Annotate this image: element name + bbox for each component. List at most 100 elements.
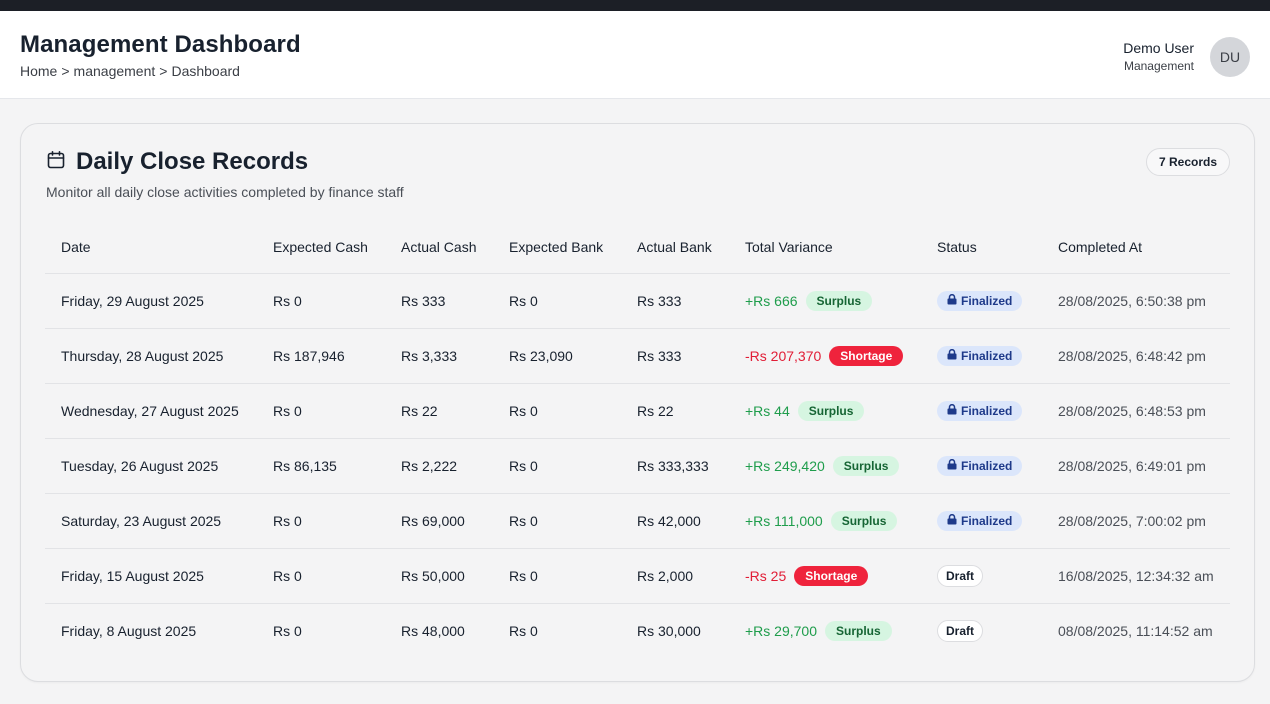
cell-completed-at: 28/08/2025, 7:00:02 pm — [1042, 493, 1230, 549]
cell-actual-bank: Rs 30,000 — [637, 622, 701, 639]
status-badge: Finalized — [937, 510, 1023, 531]
cell-date: Wednesday, 27 August 2025 — [45, 383, 257, 439]
table-row[interactable]: Tuesday, 26 August 2025 Rs 86,135 Rs 2,222… — [45, 438, 1230, 494]
variance-wrap: +Rs 666 Surplus — [745, 290, 873, 311]
variance-wrap: +Rs 111,000 Surplus — [745, 510, 898, 531]
variance-wrap: -Rs 25 Shortage — [745, 565, 869, 586]
breadcrumb-separator: > — [61, 63, 70, 79]
column-header-actual-bank[interactable]: Actual Bank — [621, 221, 729, 274]
user-name: Demo User — [1123, 40, 1194, 56]
cell-status: Finalized — [921, 273, 1042, 329]
cell-total-variance: -Rs 25 Shortage — [729, 548, 921, 604]
cell-expected-bank: Rs 0 — [493, 493, 621, 549]
variance-type-badge: Surplus — [825, 620, 892, 641]
daily-close-table: Date Expected Cash Actual Cash Expected … — [45, 221, 1230, 658]
cell-expected-cash: Rs 0 — [257, 548, 385, 604]
cell-expected-cash: Rs 86,135 — [257, 438, 385, 494]
cell-expected-bank: Rs 0 — [509, 622, 538, 639]
cell-expected-cash: Rs 0 — [273, 622, 302, 639]
cell-completed-at: 08/08/2025, 11:14:52 am — [1058, 622, 1213, 639]
cell-actual-bank: Rs 22 — [621, 383, 729, 439]
status-label: Finalized — [961, 458, 1013, 473]
cell-status: Draft — [921, 603, 1042, 658]
cell-total-variance: +Rs 111,000 Surplus — [729, 493, 921, 549]
status-badge: Draft — [937, 564, 984, 587]
column-header-status[interactable]: Status — [921, 221, 1042, 274]
breadcrumb-management[interactable]: management — [74, 63, 156, 79]
cell-completed-at: 28/08/2025, 6:49:01 pm — [1042, 438, 1230, 494]
cell-status: Finalized — [921, 493, 1042, 549]
user-menu[interactable]: Demo User Management DU — [1123, 37, 1250, 77]
status-label: Finalized — [961, 348, 1013, 363]
cell-expected-bank: Rs 0 — [493, 273, 621, 329]
column-header-actual-cash[interactable]: Actual Cash — [385, 221, 493, 274]
status-label: Finalized — [961, 513, 1013, 528]
cell-expected-cash: Rs 0 — [257, 273, 385, 329]
cell-completed-at: 28/08/2025, 6:50:38 pm — [1042, 273, 1230, 329]
lock-icon — [947, 293, 957, 308]
cell-status: Finalized — [921, 383, 1042, 439]
column-header-expected-bank[interactable]: Expected Bank — [493, 221, 621, 274]
variance-amount: +Rs 44 — [745, 402, 790, 419]
card-title: Daily Close Records — [76, 148, 309, 175]
column-header-date[interactable]: Date — [45, 221, 257, 274]
column-header-expected-cash[interactable]: Expected Cash — [257, 221, 385, 274]
breadcrumb-home[interactable]: Home — [20, 63, 57, 79]
cell-date: Friday, 8 August 2025 — [61, 622, 197, 639]
status-badge: Finalized — [937, 290, 1023, 311]
table-row[interactable]: Thursday, 28 August 2025 Rs 187,946 Rs 3,3… — [45, 328, 1230, 384]
cell-actual-cash: Rs 69,000 — [385, 493, 493, 549]
cell-expected-cash: Rs 0 — [257, 493, 385, 549]
cell-actual-cash: Rs 22 — [385, 383, 493, 439]
variance-amount: -Rs 25 — [745, 567, 787, 584]
avatar[interactable]: DU — [1210, 37, 1250, 77]
cell-date: Friday, 29 August 2025 — [45, 273, 257, 329]
header-left: Management Dashboard Home > management >… — [20, 31, 301, 79]
cell-status: Draft — [921, 548, 1042, 604]
cell-actual-cash: Rs 50,000 — [385, 548, 493, 604]
cell-completed-at: 16/08/2025, 12:34:32 am — [1042, 548, 1230, 604]
column-header-completed-at[interactable]: Completed At — [1042, 221, 1230, 274]
records-count-badge: 7 Records — [1145, 148, 1230, 176]
cell-actual-bank: Rs 42,000 — [621, 493, 729, 549]
breadcrumb: Home > management > Dashboard — [20, 63, 301, 79]
table-row[interactable]: Saturday, 23 August 2025 Rs 0 Rs 69,000 Rs … — [45, 493, 1230, 549]
variance-type-badge: Surplus — [830, 510, 898, 531]
cell-actual-cash: Rs 333 — [385, 273, 493, 329]
status-label: Finalized — [961, 293, 1013, 308]
variance-type-badge: Shortage — [829, 345, 904, 366]
cell-completed-at: 28/08/2025, 6:48:42 pm — [1042, 328, 1230, 384]
cell-expected-cash: Rs 187,946 — [257, 328, 385, 384]
cell-actual-cash: Rs 48,000 — [401, 622, 465, 639]
column-header-total-variance[interactable]: Total Variance — [729, 221, 921, 274]
variance-amount: +Rs 249,420 — [745, 457, 825, 474]
cell-total-variance: -Rs 207,370 Shortage — [729, 328, 921, 384]
table-header-row: Date Expected Cash Actual Cash Expected … — [45, 221, 1230, 274]
table-row[interactable]: Friday, 29 August 2025 Rs 0 Rs 333 Rs 0 Rs 3… — [45, 273, 1230, 329]
cell-expected-bank: Rs 0 — [493, 548, 621, 604]
lock-icon — [947, 513, 957, 528]
cell-total-variance: +Rs 29,700 Surplus — [729, 603, 921, 658]
daily-close-records-card: Daily Close Records Monitor all daily cl… — [20, 123, 1255, 682]
table-row[interactable]: Friday, 8 August 2025 Rs 0 Rs 48,000 Rs 0 Rs… — [45, 603, 1230, 658]
variance-wrap: +Rs 249,420 Surplus — [745, 455, 900, 476]
page-title: Management Dashboard — [20, 31, 301, 58]
user-role: Management — [1123, 59, 1194, 73]
variance-amount: +Rs 29,700 — [745, 622, 817, 639]
lock-icon — [947, 458, 957, 473]
status-badge: Finalized — [937, 455, 1023, 476]
table-row[interactable]: Friday, 15 August 2025 Rs 0 Rs 50,000 Rs 0R… — [45, 548, 1230, 604]
variance-type-badge: Shortage — [794, 565, 869, 586]
status-badge: Finalized — [937, 345, 1023, 366]
variance-wrap: -Rs 207,370 Shortage — [745, 345, 904, 366]
cell-date: Thursday, 28 August 2025 — [45, 328, 257, 384]
card-header: Daily Close Records Monitor all daily cl… — [46, 148, 404, 200]
cell-actual-cash: Rs 2,222 — [385, 438, 493, 494]
cell-actual-bank: Rs 333 — [621, 273, 729, 329]
cell-total-variance: +Rs 666 Surplus — [729, 273, 921, 329]
status-label: Finalized — [961, 403, 1013, 418]
table-row[interactable]: Wednesday, 27 August 2025 Rs 0 Rs 22 Rs 0 Rs… — [45, 383, 1230, 439]
breadcrumb-separator: > — [159, 63, 168, 79]
variance-type-badge: Surplus — [832, 455, 900, 476]
cell-expected-bank: Rs 23,090 — [493, 328, 621, 384]
